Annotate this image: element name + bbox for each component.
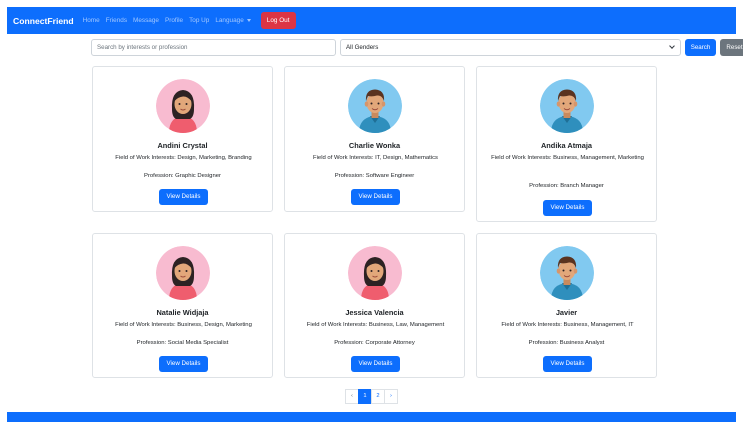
friend-card: Andika Atmaja Field of Work Interests: B…	[476, 66, 657, 222]
friend-profession: Profession: Corporate Attorney	[334, 340, 415, 346]
friend-name: Natalie Widjaja	[156, 308, 209, 317]
friend-card: Jessica Valencia Field of Work Interests…	[284, 233, 465, 378]
avatar	[540, 246, 594, 300]
friend-name: Javier	[555, 308, 578, 317]
friend-name: Charlie Wonka	[348, 141, 401, 150]
friend-profession: Profession: Business Analyst	[528, 340, 605, 346]
avatar	[156, 79, 210, 133]
friend-card: Javier Field of Work Interests: Business…	[476, 233, 657, 378]
search-button[interactable]: Search	[685, 39, 716, 56]
page-next-button[interactable]: ›	[384, 389, 398, 404]
nav-topup-link[interactable]: Top Up	[189, 17, 209, 24]
page-2-button[interactable]: 2	[371, 389, 385, 404]
avatar	[540, 79, 594, 133]
view-details-button[interactable]: View Details	[543, 356, 592, 372]
view-details-button[interactable]: View Details	[159, 356, 208, 372]
view-details-button[interactable]: View Details	[351, 356, 400, 372]
top-navbar: ConnectFriend Home Friends Message Profi…	[7, 7, 736, 34]
friend-interests: Field of Work Interests: IT, Design, Mat…	[313, 155, 438, 161]
friend-profession: Profession: Graphic Designer	[144, 173, 221, 179]
friend-profession: Profession: Branch Manager	[529, 183, 604, 189]
gender-select[interactable]: All Genders	[340, 39, 681, 56]
friend-card: Charlie Wonka Field of Work Interests: I…	[284, 66, 465, 212]
brand-logo[interactable]: ConnectFriend	[13, 16, 74, 26]
chevron-down-icon	[669, 43, 675, 49]
friend-card: Andini Crystal Field of Work Interests: …	[92, 66, 273, 212]
friend-interests: Field of Work Interests: Business, Law, …	[306, 322, 445, 328]
friend-profession: Profession: Social Media Specialist	[136, 340, 229, 346]
view-details-button[interactable]: View Details	[159, 189, 208, 205]
search-input[interactable]: Search by interests or profession	[91, 39, 336, 56]
caret-down-icon	[246, 18, 251, 22]
friend-name: Andini Crystal	[157, 141, 208, 150]
logout-button[interactable]: Log Out	[260, 12, 296, 29]
reset-button[interactable]: Reset	[720, 39, 743, 56]
page-prev-button[interactable]: ‹	[345, 389, 359, 404]
friend-interests: Field of Work Interests: Business, Desig…	[115, 322, 252, 328]
friend-name: Andika Atmaja	[540, 141, 593, 150]
view-details-button[interactable]: View Details	[543, 200, 592, 216]
friend-interests: Field of Work Interests: Business, Manag…	[491, 155, 644, 161]
footer-bar	[7, 412, 736, 422]
gender-select-value: All Genders	[346, 44, 379, 51]
nav-message-link[interactable]: Message	[133, 17, 159, 24]
friend-name: Jessica Valencia	[345, 308, 404, 317]
friend-interests: Field of Work Interests: Business, Manag…	[501, 322, 634, 328]
pagination: ‹ 1 2 ›	[345, 389, 398, 404]
nav-home-link[interactable]: Home	[83, 17, 100, 24]
friend-interests: Field of Work Interests: Design, Marketi…	[115, 155, 252, 161]
avatar	[348, 246, 402, 300]
friend-card: Natalie Widjaja Field of Work Interests:…	[92, 233, 273, 378]
avatar	[348, 79, 402, 133]
view-details-button[interactable]: View Details	[351, 189, 400, 205]
nav-profile-link[interactable]: Profile	[165, 17, 183, 24]
nav-friends-link[interactable]: Friends	[106, 17, 127, 24]
language-label: Language	[215, 17, 244, 24]
search-bar: Search by interests or profession All Ge…	[91, 39, 743, 56]
page-1-button[interactable]: 1	[358, 389, 372, 404]
friend-profession: Profession: Software Engineer	[334, 173, 415, 179]
avatar	[156, 246, 210, 300]
nav-language-dropdown[interactable]: Language	[215, 17, 251, 24]
